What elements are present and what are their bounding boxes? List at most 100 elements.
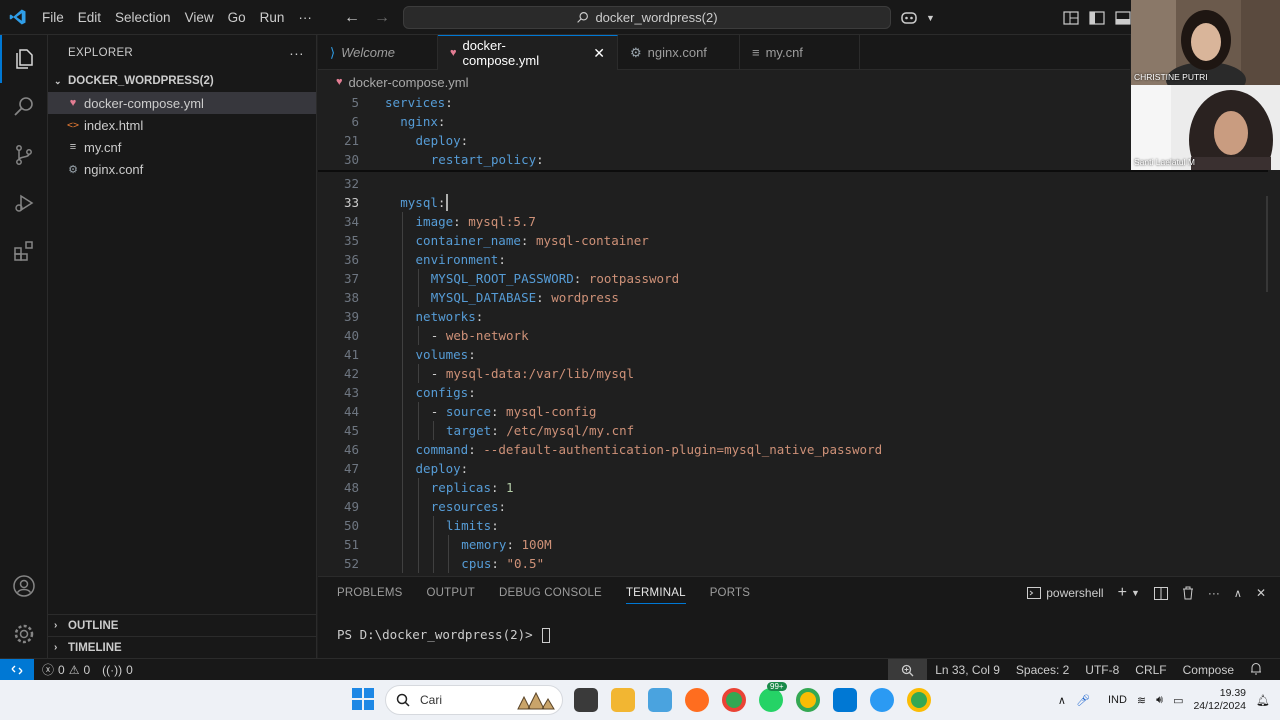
code-line[interactable]: 33 mysql: — [318, 193, 1268, 212]
taskview-app-icon[interactable] — [574, 688, 598, 712]
menu-file[interactable]: File — [35, 0, 71, 35]
firefox-icon[interactable] — [685, 688, 709, 712]
file-docker-compose[interactable]: ♥ docker-compose.yml — [48, 92, 316, 114]
command-center-search[interactable]: docker_wordpress(2) — [403, 6, 891, 29]
tab-ports[interactable]: PORTS — [710, 587, 750, 599]
chevron-down-icon[interactable]: ▼ — [1131, 588, 1140, 598]
chrome-icon[interactable] — [722, 688, 746, 712]
whatsapp-icon[interactable]: 99+ — [759, 682, 787, 712]
code-line[interactable]: 41 volumes: — [318, 345, 1268, 364]
tab-problems[interactable]: PROBLEMS — [337, 587, 403, 599]
photos-app-icon[interactable] — [648, 688, 672, 712]
outline-section[interactable]: › OUTLINE — [48, 614, 317, 636]
settings-gear-icon[interactable] — [0, 610, 48, 658]
language-indicator[interactable]: IND — [1108, 694, 1127, 706]
language-mode[interactable]: Compose — [1175, 663, 1242, 677]
breadcrumb-file[interactable]: docker-compose.yml — [349, 75, 469, 90]
close-panel-icon[interactable]: ✕ — [1256, 586, 1266, 600]
cursor-position[interactable]: Ln 33, Col 9 — [927, 663, 1008, 677]
line-ending[interactable]: CRLF — [1127, 663, 1174, 677]
menu-selection[interactable]: Selection — [108, 0, 178, 35]
split-terminal-icon[interactable] — [1153, 586, 1168, 600]
file-my-cnf[interactable]: ≡ my.cnf — [48, 136, 316, 158]
code-line[interactable]: 47 deploy: — [318, 459, 1268, 478]
toggle-sidebar-icon[interactable] — [1089, 10, 1105, 25]
tab-welcome[interactable]: ⟩ Welcome — [318, 35, 438, 70]
battery-icon[interactable]: ▭ — [1173, 694, 1183, 707]
wifi-icon[interactable]: ≋ — [1137, 694, 1146, 707]
trash-icon[interactable] — [1182, 586, 1194, 600]
extensions-icon[interactable] — [0, 227, 48, 275]
layout-icon[interactable] — [1063, 10, 1079, 25]
code-line[interactable]: 36 environment: — [318, 250, 1268, 269]
chrome-alt-icon[interactable] — [907, 688, 931, 712]
code-line[interactable]: 43 configs: — [318, 383, 1268, 402]
menu-view[interactable]: View — [178, 0, 221, 35]
more-actions-icon[interactable]: ··· — [1208, 586, 1220, 600]
file-index-html[interactable]: <> index.html — [48, 114, 316, 136]
terminal-shell-selector[interactable]: powershell — [1027, 586, 1104, 600]
sticky-scroll-line[interactable]: 30 restart_policy: — [318, 150, 1268, 169]
ports-indicator[interactable]: ((·)) 0 — [102, 663, 133, 677]
folder-root[interactable]: ⌄ DOCKER_WORDPRESS(2) — [48, 70, 316, 92]
terminal-output[interactable]: PS D:\docker_wordpress(2)> — [337, 627, 551, 643]
account-icon[interactable] — [0, 562, 48, 610]
bell-icon[interactable] — [1242, 662, 1270, 678]
taskbar-search[interactable]: Cari — [385, 685, 563, 715]
tab-debug-console[interactable]: DEBUG CONSOLE — [499, 587, 602, 599]
timeline-section[interactable]: › TIMELINE — [48, 636, 317, 658]
code-line[interactable]: 50 limits: — [318, 516, 1268, 535]
problems-indicator[interactable]: ⓧ 0 ⚠ 0 — [42, 661, 90, 678]
code-line[interactable]: 38 MYSQL_DATABASE: wordpress — [318, 288, 1268, 307]
run-debug-icon[interactable] — [0, 179, 48, 227]
code-line[interactable]: 35 container_name: mysql-container — [318, 231, 1268, 250]
search-icon[interactable] — [0, 83, 48, 131]
encoding[interactable]: UTF-8 — [1077, 663, 1127, 677]
windows-start-icon[interactable] — [352, 688, 374, 710]
remote-indicator-icon[interactable] — [0, 658, 34, 681]
vscode-taskbar-icon[interactable] — [833, 688, 857, 712]
notification-bell-icon[interactable]: 🔔︎ — [1256, 694, 1270, 707]
chrome-profile-icon[interactable] — [796, 688, 820, 712]
code-line[interactable]: 52 cpus: "0.5" — [318, 554, 1268, 573]
explorer-icon[interactable] — [0, 35, 48, 83]
code-line[interactable]: 44 - source: mysql-config — [318, 402, 1268, 421]
code-line[interactable]: 37 MYSQL_ROOT_PASSWORD: rootpassword — [318, 269, 1268, 288]
menu-edit[interactable]: Edit — [71, 0, 108, 35]
forward-arrow-icon[interactable]: → — [374, 9, 390, 27]
sticky-scroll-line[interactable]: 5 services: — [318, 93, 1268, 112]
toggle-panel-icon[interactable] — [1115, 10, 1131, 25]
code-line[interactable]: 42 - mysql-data:/var/lib/mysql — [318, 364, 1268, 383]
menu-run[interactable]: Run — [253, 0, 292, 35]
chevron-up-icon[interactable]: ∧ — [1058, 694, 1066, 707]
code-line[interactable]: 48 replicas: 1 — [318, 478, 1268, 497]
indentation[interactable]: Spaces: 2 — [1008, 663, 1077, 677]
menu-more[interactable]: ··· — [291, 0, 319, 35]
tab-terminal[interactable]: TERMINAL — [625, 587, 686, 604]
source-control-icon[interactable] — [0, 131, 48, 179]
code-line[interactable]: 49 resources: — [318, 497, 1268, 516]
new-terminal-icon[interactable]: + — [1118, 584, 1127, 602]
tab-output[interactable]: OUTPUT — [427, 587, 475, 599]
sticky-scroll-line[interactable]: 21 deploy: — [318, 131, 1268, 150]
code-line[interactable]: 40 - web-network — [318, 326, 1268, 345]
code-line[interactable]: 32 — [318, 174, 1268, 193]
code-editor[interactable]: 5 services: 6 nginx: 21 deploy: 30 restart_poli… — [318, 93, 1268, 575]
clock[interactable]: 19.39 24/12/2024 — [1193, 687, 1246, 713]
file-nginx-conf[interactable]: ⚙ nginx.conf — [48, 158, 316, 180]
sticky-scroll-line[interactable]: 6 nginx: — [318, 112, 1268, 131]
zoom-icon[interactable] — [888, 659, 928, 681]
edge-like-icon[interactable] — [870, 688, 894, 712]
menu-go[interactable]: Go — [221, 0, 253, 35]
file-explorer-icon[interactable] — [611, 688, 635, 712]
close-icon[interactable]: ✕ — [593, 45, 605, 62]
code-line[interactable]: 39 networks: — [318, 307, 1268, 326]
code-line[interactable]: 51 memory: 100M — [318, 535, 1268, 554]
microphone-icon[interactable]: 🎤︎ — [1076, 694, 1090, 707]
tab-docker-compose[interactable]: ♥ docker-compose.yml ✕ — [438, 35, 618, 70]
explorer-more-button[interactable]: ··· — [289, 45, 304, 61]
maximize-panel-icon[interactable]: ∧ — [1234, 587, 1242, 600]
code-line[interactable]: 46 command: --default-authentication-plug… — [318, 440, 1268, 459]
copilot-menu[interactable]: ▼ — [900, 0, 935, 35]
back-arrow-icon[interactable]: ← — [344, 9, 360, 27]
